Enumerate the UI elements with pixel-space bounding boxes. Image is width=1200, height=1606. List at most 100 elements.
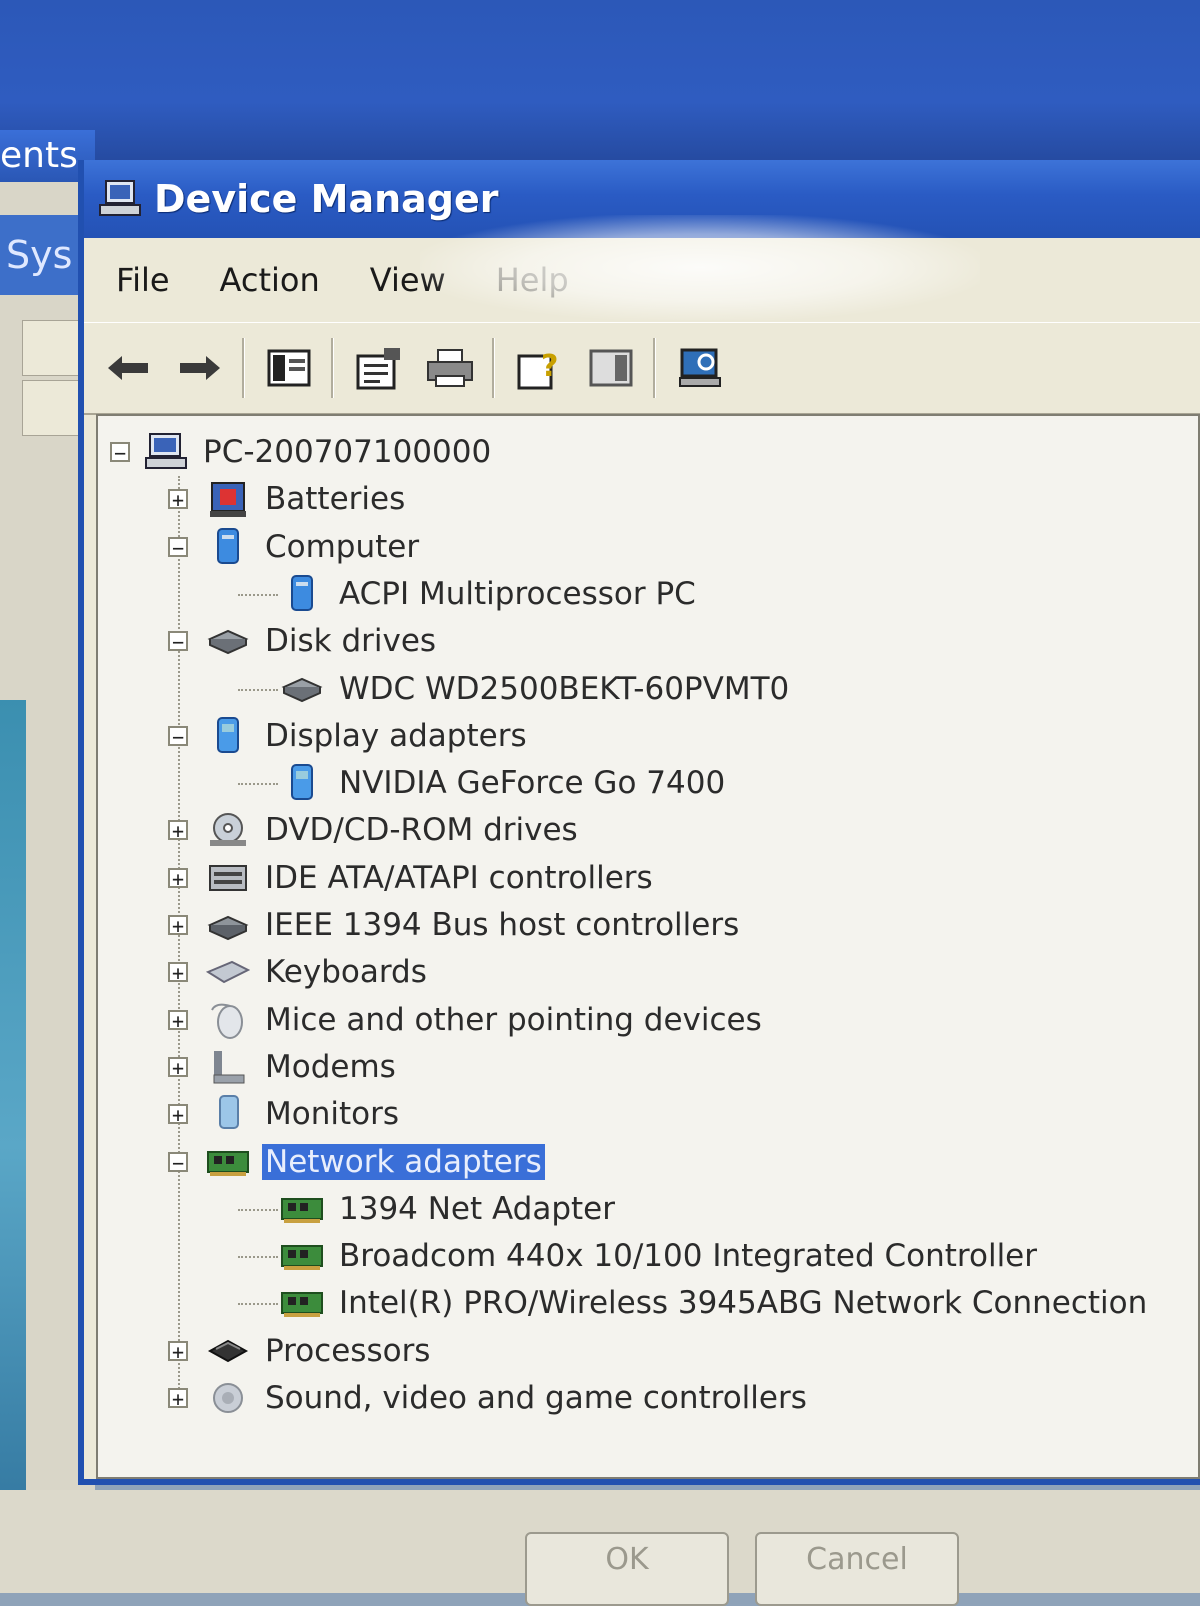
expand-button[interactable]: + (168, 1009, 188, 1031)
tree-item-label: Mice and other pointing devices (265, 1001, 762, 1038)
background-tab (22, 320, 82, 376)
disk-drive-icon (280, 669, 324, 709)
tree-item-label: ACPI Multiprocessor PC (339, 575, 696, 612)
menu-action[interactable]: Action (220, 261, 320, 299)
disk-drive-icon (206, 621, 250, 661)
device-item[interactable]: ACPI Multiprocessor PC (226, 572, 699, 616)
tree-item-label: DVD/CD-ROM drives (265, 812, 578, 849)
mouse-icon (206, 1000, 250, 1040)
device-category[interactable]: − Display adapters (168, 714, 530, 758)
device-category[interactable]: + IDE ATA/ATAPI controllers (168, 856, 656, 900)
expand-button[interactable]: + (168, 489, 188, 510)
collapse-root-button[interactable]: − (110, 442, 130, 463)
tree-item-label: Processors (265, 1332, 431, 1369)
window-title: Device Manager (154, 177, 499, 221)
device-category[interactable]: + Mice and other pointing devices (168, 998, 765, 1042)
toolbar-separator (492, 338, 495, 398)
expand-button[interactable]: + (168, 1056, 188, 1078)
menu-view[interactable]: View (370, 261, 446, 299)
display-adapter-icon (206, 716, 250, 756)
expand-button[interactable]: + (168, 867, 188, 889)
tree-item-label: Disk drives (265, 623, 437, 660)
device-category[interactable]: + IEEE 1394 Bus host controllers (168, 903, 742, 947)
collapse-button[interactable]: − (168, 631, 188, 652)
device-manager-icon (98, 179, 144, 219)
device-item[interactable]: NVIDIA GeForce Go 7400 (226, 761, 728, 805)
selected-category-label: Network adapters (262, 1143, 545, 1180)
monitor-icon (206, 1094, 250, 1134)
computer-icon (206, 527, 250, 567)
tree-item-label: WDC WD2500BEKT-60PVMT0 (339, 670, 790, 707)
expand-button[interactable]: + (168, 820, 188, 841)
expand-button[interactable]: + (168, 1104, 188, 1125)
background-tab (22, 380, 82, 436)
tree-item-label: Display adapters (265, 717, 527, 754)
device-category[interactable]: − Network adapters (168, 1140, 545, 1184)
collapse-button[interactable]: − (168, 725, 188, 747)
collapse-button[interactable]: − (168, 1151, 188, 1173)
forward-arrow-icon[interactable] (172, 340, 228, 396)
desktop-background (0, 0, 1200, 170)
cancel-button[interactable]: Cancel (755, 1532, 959, 1606)
display-adapter-icon (280, 763, 324, 803)
help-icon[interactable]: ? (511, 340, 567, 396)
device-category[interactable]: + DVD/CD-ROM drives (168, 808, 581, 852)
firewire-icon (206, 905, 250, 945)
device-category[interactable]: + Processors (168, 1329, 433, 1373)
tree-item-label: Monitors (265, 1096, 399, 1133)
tree-item-label: Batteries (265, 481, 406, 518)
expand-button[interactable]: + (168, 915, 188, 936)
device-category[interactable]: + Sound, video and game controllers (168, 1376, 810, 1420)
toolbar-separator (331, 338, 334, 398)
menu-file[interactable]: File (116, 261, 170, 299)
properties-icon[interactable] (350, 340, 406, 396)
device-tree[interactable]: − PC-200707100000 + Batteries − Computer ACPI … (96, 414, 1200, 1479)
tree-item-label: IEEE 1394 Bus host controllers (265, 907, 740, 943)
svg-text:?: ? (541, 349, 558, 384)
computer-icon (144, 432, 188, 472)
title-bar[interactable]: Device Manager (84, 160, 1200, 238)
menu-bar: File Action View Help (84, 238, 1200, 322)
back-arrow-icon[interactable] (100, 340, 156, 396)
device-item[interactable]: Intel(R) PRO/Wireless 3945ABG Network Co… (226, 1281, 1150, 1325)
network-adapter-icon (206, 1142, 250, 1182)
print-icon[interactable] (422, 340, 478, 396)
toolbar-separator (242, 338, 245, 398)
device-category[interactable]: − Computer (168, 525, 422, 569)
device-category[interactable]: + Monitors (168, 1092, 402, 1136)
toolbar: ? (84, 322, 1200, 415)
tree-item-label: Sound, video and game controllers (265, 1380, 807, 1416)
device-manager-window: Device Manager File Action View Help ? −… (78, 160, 1200, 1485)
scan-hardware-icon[interactable] (672, 340, 728, 396)
background-desktop-strip (0, 700, 26, 1593)
device-item[interactable]: WDC WD2500BEKT-60PVMT0 (226, 667, 792, 711)
menu-help[interactable]: Help (496, 261, 569, 299)
show-hide-action-pane-icon[interactable] (583, 340, 639, 396)
tree-item-label: NVIDIA GeForce Go 7400 (339, 765, 726, 802)
device-category[interactable]: + Modems (168, 1045, 399, 1089)
tree-root[interactable]: − PC-200707100000 (110, 430, 494, 474)
cdrom-icon (206, 810, 250, 850)
tree-item-label: Modems (265, 1048, 396, 1085)
device-item[interactable]: 1394 Net Adapter (226, 1187, 618, 1231)
tree-item-label: Intel(R) PRO/Wireless 3945ABG Network Co… (339, 1285, 1148, 1322)
device-item[interactable]: Broadcom 440x 10/100 Integrated Controll… (226, 1234, 1040, 1278)
ok-button[interactable]: OK (525, 1532, 729, 1606)
tree-item-label: Broadcom 440x 10/100 Integrated Controll… (339, 1238, 1037, 1275)
toolbar-separator (653, 338, 656, 398)
ide-controller-icon (206, 858, 250, 898)
device-category[interactable]: + Batteries (168, 477, 408, 521)
show-hide-console-tree-icon[interactable] (261, 340, 317, 396)
battery-icon (206, 479, 250, 519)
modem-icon (206, 1047, 250, 1087)
expand-button[interactable]: + (168, 1388, 188, 1409)
device-category[interactable]: + Keyboards (168, 950, 430, 994)
tree-item-label: 1394 Net Adapter (339, 1190, 616, 1227)
expand-button[interactable]: + (168, 1340, 188, 1362)
background-window-sidebar-label: Sys (0, 215, 84, 295)
sound-icon (206, 1378, 250, 1418)
device-category[interactable]: − Disk drives (168, 619, 439, 663)
computer-icon (280, 574, 324, 614)
expand-button[interactable]: + (168, 962, 188, 983)
collapse-button[interactable]: − (168, 536, 188, 558)
